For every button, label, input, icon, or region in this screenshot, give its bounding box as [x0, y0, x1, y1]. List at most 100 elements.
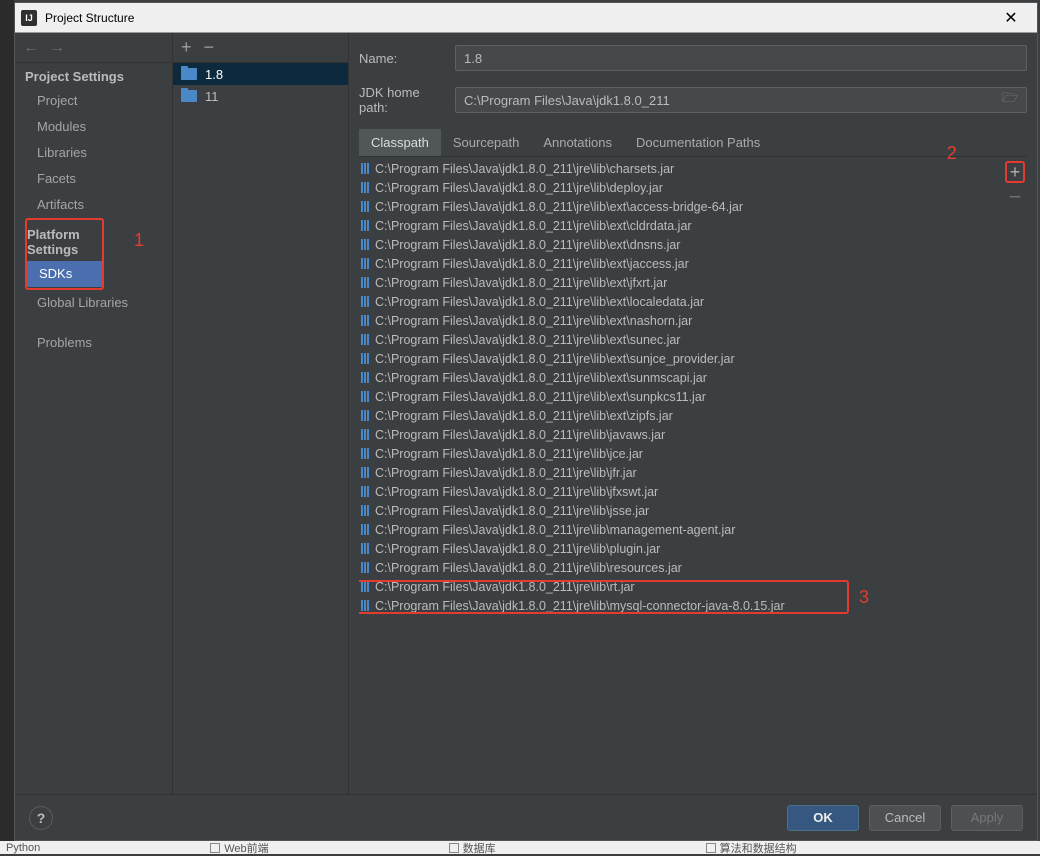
classpath-path: C:\Program Files\Java\jdk1.8.0_211\jre\l… [375, 466, 637, 480]
classpath-row[interactable]: C:\Program Files\Java\jdk1.8.0_211\jre\l… [359, 387, 1003, 406]
jar-icon [361, 486, 369, 497]
classpath-row[interactable]: C:\Program Files\Java\jdk1.8.0_211\jre\l… [359, 292, 1003, 311]
help-button[interactable]: ? [29, 806, 53, 830]
platform-settings-header: Platform Settings [27, 221, 102, 261]
nav-libraries[interactable]: Libraries [15, 140, 172, 166]
classpath-row[interactable]: C:\Program Files\Java\jdk1.8.0_211\jre\l… [359, 159, 1003, 178]
classpath-path: C:\Program Files\Java\jdk1.8.0_211\jre\l… [375, 504, 649, 518]
jar-icon [361, 600, 369, 611]
classpath-row[interactable]: C:\Program Files\Java\jdk1.8.0_211\jre\l… [359, 311, 1003, 330]
cancel-button[interactable]: Cancel [869, 805, 941, 831]
left-nav: ← → Project Settings Project Modules Lib… [15, 33, 173, 794]
classpath-path: C:\Program Files\Java\jdk1.8.0_211\jre\l… [375, 447, 643, 461]
tab-annotations[interactable]: Annotations [531, 129, 624, 156]
classpath-row[interactable]: C:\Program Files\Java\jdk1.8.0_211\jre\l… [359, 482, 1003, 501]
nav-history-arrows: ← → [15, 33, 172, 63]
nav-problems[interactable]: Problems [15, 330, 172, 356]
close-button[interactable]: ✕ [991, 4, 1031, 32]
classpath-row[interactable]: C:\Program Files\Java\jdk1.8.0_211\jre\l… [359, 425, 1003, 444]
classpath-row[interactable]: C:\Program Files\Java\jdk1.8.0_211\jre\l… [359, 330, 1003, 349]
jar-icon [361, 391, 369, 402]
apply-button[interactable]: Apply [951, 805, 1023, 831]
jar-icon [361, 429, 369, 440]
classpath-path: C:\Program Files\Java\jdk1.8.0_211\jre\l… [375, 219, 692, 233]
remove-classpath-icon[interactable]: − [1009, 191, 1022, 203]
sdk-list-column: + − 1.811 [173, 33, 349, 794]
name-input[interactable]: 1.8 [455, 45, 1027, 71]
classpath-path: C:\Program Files\Java\jdk1.8.0_211\jre\l… [375, 371, 707, 385]
jar-icon [361, 315, 369, 326]
bg-python-label: Python [6, 842, 40, 854]
sdk-item-label: 1.8 [205, 67, 223, 82]
classpath-path: C:\Program Files\Java\jdk1.8.0_211\jre\l… [375, 162, 674, 176]
classpath-path: C:\Program Files\Java\jdk1.8.0_211\jre\l… [375, 542, 660, 556]
dialog-footer: ? OK Cancel Apply [15, 794, 1037, 840]
classpath-row[interactable]: C:\Program Files\Java\jdk1.8.0_211\jre\l… [359, 254, 1003, 273]
classpath-row[interactable]: C:\Program Files\Java\jdk1.8.0_211\jre\l… [359, 520, 1003, 539]
classpath-row[interactable]: C:\Program Files\Java\jdk1.8.0_211\jre\l… [359, 368, 1003, 387]
titlebar: IJ Project Structure ✕ [15, 3, 1037, 33]
jar-icon [361, 562, 369, 573]
jar-icon [361, 239, 369, 250]
nav-sdks[interactable]: SDKs [27, 261, 102, 287]
nav-project[interactable]: Project [15, 88, 172, 114]
tab-sourcepath[interactable]: Sourcepath [441, 129, 532, 156]
jar-icon [361, 277, 369, 288]
classpath-path: C:\Program Files\Java\jdk1.8.0_211\jre\l… [375, 428, 665, 442]
project-settings-header: Project Settings [15, 63, 172, 88]
ok-button[interactable]: OK [787, 805, 859, 831]
browse-folder-icon[interactable]: 🗁 [1002, 89, 1018, 111]
classpath-row[interactable]: C:\Program Files\Java\jdk1.8.0_211\jre\l… [359, 197, 1003, 216]
tab-documentation-paths[interactable]: Documentation Paths [624, 129, 772, 156]
nav-facets[interactable]: Facets [15, 166, 172, 192]
classpath-path: C:\Program Files\Java\jdk1.8.0_211\jre\l… [375, 561, 682, 575]
classpath-row[interactable]: C:\Program Files\Java\jdk1.8.0_211\jre\l… [359, 539, 1003, 558]
sdk-item[interactable]: 1.8 [173, 63, 348, 85]
bg-checkbox-2 [449, 843, 459, 853]
jdk-home-row: JDK home path: C:\Program Files\Java\jdk… [359, 85, 1027, 115]
classpath-path: C:\Program Files\Java\jdk1.8.0_211\jre\l… [375, 295, 704, 309]
sdk-list: 1.811 [173, 63, 348, 794]
classpath-wrap: C:\Program Files\Java\jdk1.8.0_211\jre\l… [359, 159, 1027, 794]
jar-icon [361, 543, 369, 554]
classpath-row[interactable]: C:\Program Files\Java\jdk1.8.0_211\jre\l… [359, 501, 1003, 520]
nav-artifacts[interactable]: Artifacts [15, 192, 172, 218]
background-bottom-strip: Python Web前端 数据库 算法和数据结构 [0, 841, 1040, 854]
add-classpath-icon[interactable]: + [1010, 162, 1021, 182]
name-label: Name: [359, 51, 447, 66]
window-title: Project Structure [45, 11, 991, 25]
nav-modules[interactable]: Modules [15, 114, 172, 140]
jar-icon [361, 372, 369, 383]
add-sdk-icon[interactable]: + [181, 37, 192, 58]
folder-icon [181, 68, 197, 80]
classpath-row[interactable]: C:\Program Files\Java\jdk1.8.0_211\jre\l… [359, 463, 1003, 482]
classpath-row[interactable]: C:\Program Files\Java\jdk1.8.0_211\jre\l… [359, 596, 1003, 615]
annotation-number-1: 1 [134, 230, 144, 251]
jar-icon [361, 258, 369, 269]
classpath-row[interactable]: C:\Program Files\Java\jdk1.8.0_211\jre\l… [359, 444, 1003, 463]
classpath-path: C:\Program Files\Java\jdk1.8.0_211\jre\l… [375, 276, 667, 290]
remove-sdk-icon[interactable]: − [204, 37, 215, 58]
tab-classpath[interactable]: Classpath [359, 129, 441, 156]
nav-global-libraries[interactable]: Global Libraries [15, 290, 172, 316]
sdk-item[interactable]: 11 [173, 85, 348, 107]
classpath-list[interactable]: C:\Program Files\Java\jdk1.8.0_211\jre\l… [359, 159, 1003, 794]
classpath-row[interactable]: C:\Program Files\Java\jdk1.8.0_211\jre\l… [359, 178, 1003, 197]
sdk-item-label: 11 [205, 89, 219, 104]
jar-icon [361, 220, 369, 231]
classpath-path: C:\Program Files\Java\jdk1.8.0_211\jre\l… [375, 580, 635, 594]
classpath-row[interactable]: C:\Program Files\Java\jdk1.8.0_211\jre\l… [359, 577, 1003, 596]
classpath-row[interactable]: C:\Program Files\Java\jdk1.8.0_211\jre\l… [359, 273, 1003, 292]
background-left-strip [0, 0, 14, 854]
classpath-row[interactable]: C:\Program Files\Java\jdk1.8.0_211\jre\l… [359, 406, 1003, 425]
classpath-row[interactable]: C:\Program Files\Java\jdk1.8.0_211\jre\l… [359, 558, 1003, 577]
jdk-home-input[interactable]: C:\Program Files\Java\jdk1.8.0_211 🗁 [455, 87, 1027, 113]
classpath-row[interactable]: C:\Program Files\Java\jdk1.8.0_211\jre\l… [359, 216, 1003, 235]
forward-icon[interactable]: → [49, 39, 65, 57]
classpath-row[interactable]: C:\Program Files\Java\jdk1.8.0_211\jre\l… [359, 349, 1003, 368]
classpath-row[interactable]: C:\Program Files\Java\jdk1.8.0_211\jre\l… [359, 235, 1003, 254]
classpath-path: C:\Program Files\Java\jdk1.8.0_211\jre\l… [375, 181, 663, 195]
app-icon: IJ [21, 10, 37, 26]
back-icon[interactable]: ← [23, 39, 39, 57]
sdk-detail-panel: Name: 1.8 JDK home path: C:\Program File… [349, 33, 1037, 794]
